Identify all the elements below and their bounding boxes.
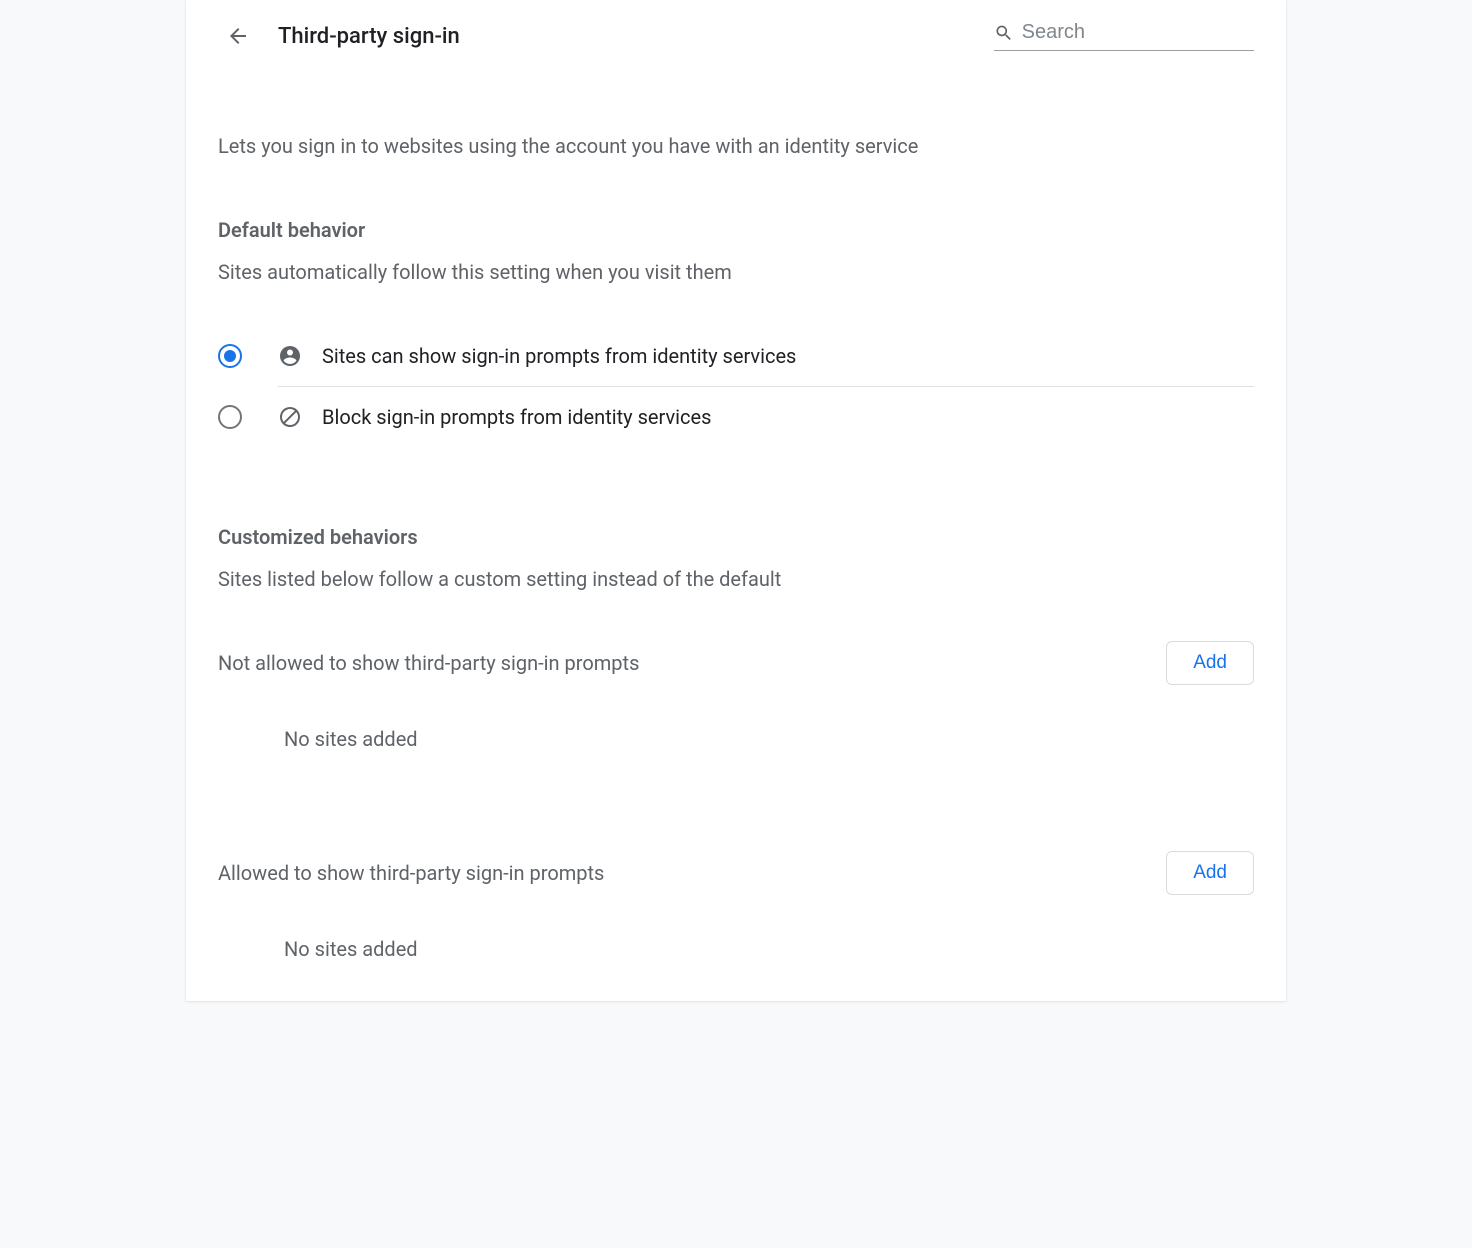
radio-button-checked bbox=[218, 344, 242, 368]
default-behavior-radio-group: Sites can show sign-in prompts from iden… bbox=[218, 326, 1254, 447]
search-field[interactable] bbox=[994, 21, 1254, 51]
content: Lets you sign in to websites using the a… bbox=[186, 134, 1286, 1001]
arrow-left-icon bbox=[226, 24, 250, 48]
not-allowed-list-title: Not allowed to show third-party sign-in … bbox=[218, 651, 639, 675]
header: Third-party sign-in bbox=[186, 0, 1286, 64]
radio-option-allow[interactable]: Sites can show sign-in prompts from iden… bbox=[218, 326, 1254, 386]
radio-option-allow-label: Sites can show sign-in prompts from iden… bbox=[322, 344, 796, 368]
allowed-empty-state: No sites added bbox=[284, 937, 1254, 961]
allowed-list-title: Allowed to show third-party sign-in prom… bbox=[218, 861, 604, 885]
intro-text: Lets you sign in to websites using the a… bbox=[218, 134, 1254, 158]
add-allowed-button[interactable]: Add bbox=[1166, 851, 1254, 895]
add-not-allowed-button[interactable]: Add bbox=[1166, 641, 1254, 685]
not-allowed-list-header: Not allowed to show third-party sign-in … bbox=[218, 641, 1254, 685]
person-circle-icon bbox=[278, 344, 302, 368]
customized-behaviors-title: Customized behaviors bbox=[218, 525, 1254, 549]
radio-option-block[interactable]: Block sign-in prompts from identity serv… bbox=[218, 387, 1254, 447]
default-behavior-desc: Sites automatically follow this setting … bbox=[218, 260, 1254, 284]
allowed-list-header: Allowed to show third-party sign-in prom… bbox=[218, 851, 1254, 895]
block-icon bbox=[278, 405, 302, 429]
radio-button-unchecked bbox=[218, 405, 242, 429]
search-icon bbox=[994, 22, 1014, 44]
customized-behaviors-section: Customized behaviors Sites listed below … bbox=[218, 525, 1254, 961]
default-behavior-section: Default behavior Sites automatically fol… bbox=[218, 218, 1254, 447]
not-allowed-empty-state: No sites added bbox=[284, 727, 1254, 751]
search-input[interactable] bbox=[1022, 21, 1254, 44]
radio-option-block-label: Block sign-in prompts from identity serv… bbox=[322, 405, 711, 429]
customized-behaviors-desc: Sites listed below follow a custom setti… bbox=[218, 567, 1254, 591]
settings-panel: Third-party sign-in Lets you sign in to … bbox=[186, 0, 1286, 1001]
back-button[interactable] bbox=[218, 16, 258, 56]
page-title: Third-party sign-in bbox=[278, 24, 994, 49]
default-behavior-title: Default behavior bbox=[218, 218, 1254, 242]
